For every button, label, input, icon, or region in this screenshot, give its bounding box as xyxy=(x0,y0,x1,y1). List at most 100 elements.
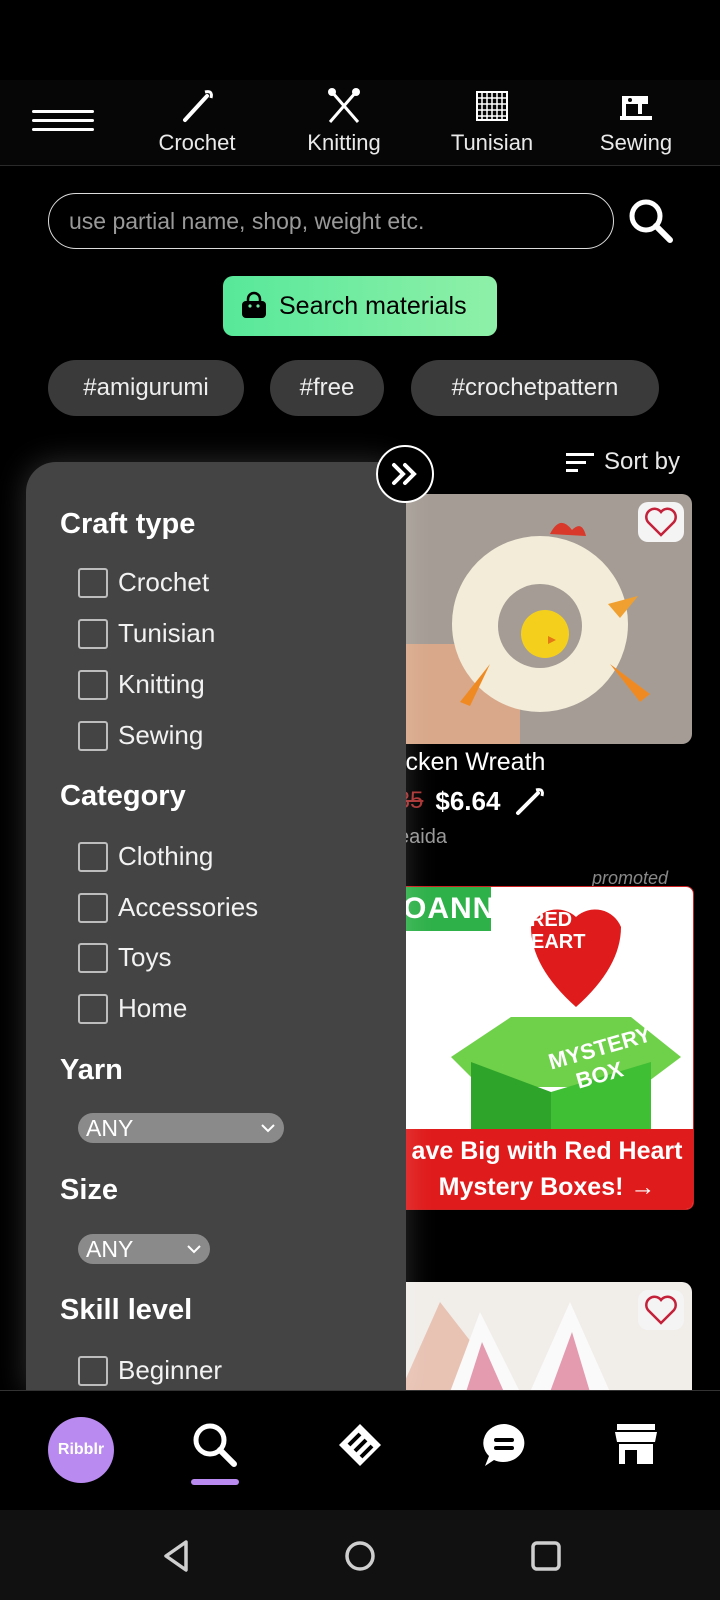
projects-icon xyxy=(339,1424,381,1466)
search-field[interactable] xyxy=(48,193,614,249)
favorite-button[interactable] xyxy=(638,502,684,542)
tab-crochet[interactable]: Crochet xyxy=(137,86,257,156)
craft-nav-bar: Crochet Knitting Tunisian Sewing xyxy=(0,80,720,166)
filter-option-tunisian[interactable]: Tunisian xyxy=(78,618,215,649)
heart-icon xyxy=(645,1295,677,1325)
checkbox[interactable] xyxy=(78,1355,108,1386)
promoted-ad[interactable]: OANN RED HEART MYSTERY BOX ave Big with … xyxy=(400,886,694,1210)
menu-icon[interactable] xyxy=(32,110,94,136)
tab-tunisian[interactable]: Tunisian xyxy=(432,86,552,156)
nav-shop[interactable] xyxy=(606,1415,666,1475)
ad-caption-line-1: ave Big with Red Heart xyxy=(411,1137,683,1165)
tab-tunisian-label: Tunisian xyxy=(450,130,534,155)
checkbox[interactable] xyxy=(78,669,108,700)
search-input[interactable] xyxy=(49,194,613,248)
store-icon xyxy=(615,1424,657,1464)
collapse-filters-button[interactable] xyxy=(376,445,434,503)
filter-option-label: Beginner xyxy=(118,1355,223,1385)
tab-knitting[interactable]: Knitting xyxy=(284,86,404,156)
knitting-needles-icon xyxy=(328,88,360,123)
tag-crochetpattern[interactable]: #crochetpattern xyxy=(411,360,659,416)
checkbox[interactable] xyxy=(78,993,108,1024)
nav-projects[interactable] xyxy=(330,1415,390,1475)
product-price: .85 $6.64 xyxy=(390,785,546,817)
sort-by-button[interactable]: Sort by xyxy=(566,448,680,476)
search-materials-label: Search materials xyxy=(279,291,467,320)
filter-option-beginner[interactable]: Beginner xyxy=(78,1355,222,1386)
filter-option-label: Sewing xyxy=(118,720,204,750)
tab-sewing-label: Sewing xyxy=(599,130,673,155)
chevron-down-icon xyxy=(261,1124,275,1133)
yarn-select[interactable]: ANY xyxy=(78,1113,284,1143)
filter-option-label: Accessories xyxy=(118,892,259,922)
tab-sewing[interactable]: Sewing xyxy=(576,86,696,156)
product-image[interactable] xyxy=(400,494,692,744)
ad-badge-line-2: HEART xyxy=(516,931,586,953)
checkbox[interactable] xyxy=(78,942,108,973)
size-select-value: ANY xyxy=(86,1235,134,1262)
heart-icon xyxy=(645,507,677,537)
search-materials-button[interactable]: Search materials xyxy=(223,276,497,336)
filter-option-label: Home xyxy=(118,993,188,1023)
filter-option-accessories[interactable]: Accessories xyxy=(78,892,258,923)
system-nav-bar xyxy=(0,1510,720,1600)
chevron-down-icon xyxy=(187,1245,201,1254)
checkbox[interactable] xyxy=(78,892,108,923)
sort-by-label: Sort by xyxy=(604,448,681,475)
active-tab-indicator xyxy=(191,1479,239,1485)
crochet-hook-icon xyxy=(183,90,213,122)
back-icon[interactable] xyxy=(158,1536,198,1576)
ad-badge-line-1: RED xyxy=(529,909,573,931)
filter-option-sewing[interactable]: Sewing xyxy=(78,720,203,751)
checkbox[interactable] xyxy=(78,618,108,649)
shopping-bag-icon xyxy=(242,291,266,318)
filter-craft-type-title: Craft type xyxy=(60,508,196,540)
ad-red-heart-logo: RED HEART xyxy=(509,909,593,953)
filter-skill-level-title: Skill level xyxy=(60,1294,193,1326)
filter-option-label: Tunisian xyxy=(118,618,216,648)
filter-yarn-title: Yarn xyxy=(60,1054,123,1086)
sewing-machine-icon xyxy=(620,96,652,120)
recents-icon[interactable] xyxy=(526,1536,566,1576)
size-select[interactable]: ANY xyxy=(78,1234,210,1264)
product-image[interactable] xyxy=(400,1282,692,1392)
filter-category-title: Category xyxy=(60,780,186,812)
search-icon xyxy=(193,1423,237,1467)
search-icon[interactable] xyxy=(624,194,678,248)
filter-option-label: Toys xyxy=(118,942,172,972)
chat-icon xyxy=(483,1424,525,1466)
tag-amigurumi[interactable]: #amigurumi xyxy=(48,360,244,416)
filter-option-toys[interactable]: Toys xyxy=(78,942,171,973)
checkbox[interactable] xyxy=(78,720,108,751)
nav-messages[interactable] xyxy=(474,1415,534,1475)
filter-option-clothing[interactable]: Clothing xyxy=(78,841,213,872)
filter-option-label: Crochet xyxy=(118,567,210,597)
filter-option-label: Knitting xyxy=(118,669,205,699)
bottom-nav-bar: Ribblr xyxy=(0,1390,720,1510)
filter-option-crochet[interactable]: Crochet xyxy=(78,567,209,598)
nav-search[interactable] xyxy=(185,1415,245,1475)
tab-crochet-label: Crochet xyxy=(158,130,236,155)
sort-icon xyxy=(566,453,594,472)
tunisian-grid-icon xyxy=(476,91,508,121)
crochet-hook-icon xyxy=(516,788,545,815)
filter-size-title: Size xyxy=(60,1174,119,1206)
product-sale-price: $6.64 xyxy=(435,785,501,816)
avatar[interactable]: Ribblr xyxy=(48,1417,114,1483)
favorite-button[interactable] xyxy=(638,1290,684,1330)
tab-knitting-label: Knitting xyxy=(307,130,381,155)
ad-caption-line-2: Mystery Boxes! → xyxy=(438,1173,656,1201)
double-chevron-right-icon xyxy=(392,463,417,485)
filter-option-knitting[interactable]: Knitting xyxy=(78,669,205,700)
filter-option-label: Clothing xyxy=(118,841,214,871)
tag-free[interactable]: #free xyxy=(270,360,384,416)
yarn-select-value: ANY xyxy=(86,1114,134,1141)
checkbox[interactable] xyxy=(78,841,108,872)
filter-panel: Craft type Crochet Tunisian Knitting Sew… xyxy=(26,462,406,1392)
filter-option-home[interactable]: Home xyxy=(78,993,187,1024)
home-icon[interactable] xyxy=(340,1536,380,1576)
ad-brand-badge: OANN xyxy=(401,887,494,931)
checkbox[interactable] xyxy=(78,567,108,598)
product-title[interactable]: icken Wreath xyxy=(400,748,545,777)
ad-caption: ave Big with Red Heart Mystery Boxes! → xyxy=(401,1129,693,1209)
